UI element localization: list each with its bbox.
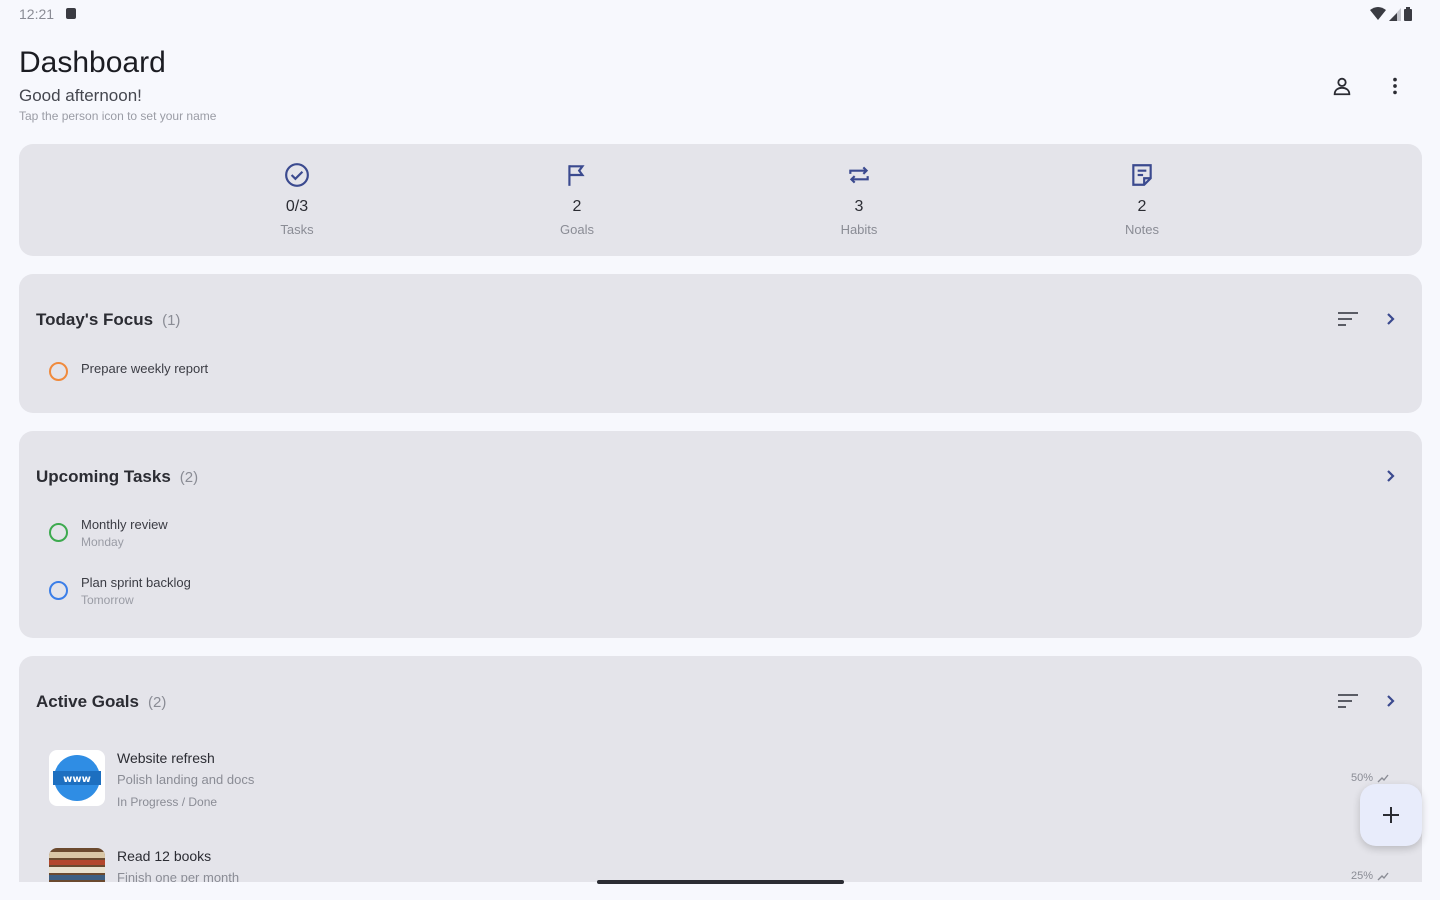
svg-text:www: www (63, 774, 91, 785)
task-checkbox[interactable] (49, 362, 68, 381)
task-title: Plan sprint backlog (81, 575, 191, 590)
stat-tasks[interactable]: 0/3 Tasks (237, 162, 357, 237)
open-goals-button[interactable] (1376, 687, 1404, 715)
open-upcoming-button[interactable] (1376, 462, 1404, 490)
stat-habits[interactable]: 3 Habits (799, 162, 919, 237)
goal-description: Polish landing and docs (117, 772, 255, 787)
task-checkbox[interactable] (49, 581, 68, 600)
active-goals-card: Active Goals (2) www Website refresh Pol… (19, 656, 1422, 896)
signal-icon (1389, 7, 1401, 21)
stat-label: Goals (560, 222, 594, 237)
battery-icon (1404, 7, 1412, 21)
notification-icon (66, 8, 76, 19)
card-title: Upcoming Tasks (36, 467, 171, 486)
task-row[interactable]: Prepare weekly report (49, 361, 208, 381)
goal-title: Read 12 books (117, 848, 212, 864)
flag-icon (568, 165, 585, 186)
more-vert-icon (1393, 77, 1397, 95)
status-bar: 12:21 (0, 0, 1440, 28)
sort-icon (1338, 312, 1358, 326)
stat-value: 2 (1137, 198, 1147, 215)
stat-goals[interactable]: 2 Goals (517, 162, 637, 237)
task-due: Tomorrow (81, 593, 134, 607)
goal-thumbnail: www (49, 750, 105, 806)
wifi-icon (1370, 7, 1386, 20)
task-title: Monthly review (81, 517, 168, 532)
goal-progress-value: 50% (1350, 772, 1373, 784)
open-focus-button[interactable] (1376, 305, 1404, 333)
upcoming-tasks-card: Upcoming Tasks (2) Monthly review Monday… (19, 431, 1422, 638)
goal-title: Website refresh (117, 750, 215, 766)
stat-label: Notes (1125, 222, 1159, 237)
card-header[interactable]: Active Goals (2) (36, 692, 166, 712)
status-time: 12:21 (19, 6, 55, 22)
navigation-bar (0, 882, 1440, 900)
task-row[interactable]: Monthly review Monday (49, 517, 168, 549)
repeat-icon (849, 166, 869, 184)
card-header[interactable]: Upcoming Tasks (2) (36, 467, 198, 487)
check-circle-icon (285, 163, 309, 187)
chevron-right-icon (1387, 695, 1395, 707)
card-count: (2) (179, 469, 199, 486)
page-title: Dashboard (19, 46, 166, 79)
chevron-right-icon (1387, 470, 1395, 482)
task-row[interactable]: Plan sprint backlog Tomorrow (49, 575, 191, 607)
task-title: Prepare weekly report (81, 361, 209, 376)
stats-card: 0/3 Tasks 2 Goals 3 Habits 2 Notes (19, 144, 1422, 256)
goal-progress: 25% (1351, 870, 1389, 882)
person-icon (1333, 77, 1351, 96)
note-icon (1132, 164, 1152, 186)
add-fab-button[interactable] (1360, 784, 1422, 846)
plus-icon (1383, 807, 1399, 823)
goal-row[interactable]: www Website refresh Polish landing and d… (49, 750, 1389, 820)
sort-icon (1338, 694, 1358, 708)
overflow-menu-button[interactable] (1379, 70, 1411, 102)
card-title: Today's Focus (36, 310, 154, 329)
status-icons (1370, 7, 1412, 21)
stat-value: 0/3 (285, 198, 309, 215)
card-count: (2) (148, 694, 167, 711)
home-indicator[interactable] (597, 880, 844, 884)
stat-label: Habits (840, 222, 878, 237)
stat-value: 2 (572, 198, 582, 215)
hint-text: Tap the person icon to set your name (19, 109, 217, 123)
goal-progress-value: 25% (1350, 870, 1373, 882)
profile-button[interactable] (1326, 70, 1358, 102)
trending-up-icon (1377, 872, 1389, 881)
task-due: Monday (81, 535, 124, 549)
greeting-text: Good afternoon! (19, 86, 142, 105)
sort-button[interactable] (1334, 687, 1362, 715)
goal-status: In Progress / Done (117, 795, 218, 809)
stat-notes[interactable]: 2 Notes (1082, 162, 1202, 237)
card-count: (1) (162, 312, 181, 329)
stat-value: 3 (854, 198, 864, 215)
card-title: Active Goals (36, 692, 139, 711)
sort-button[interactable] (1334, 305, 1362, 333)
globe-www-icon: www (53, 755, 101, 801)
card-header[interactable]: Today's Focus (1) (36, 310, 180, 330)
goal-progress: 50% (1351, 772, 1389, 784)
trending-up-icon (1377, 774, 1389, 783)
todays-focus-card: Today's Focus (1) Prepare weekly report (19, 274, 1422, 413)
task-checkbox[interactable] (49, 523, 68, 542)
chevron-right-icon (1387, 313, 1395, 325)
stat-label: Tasks (280, 222, 314, 237)
